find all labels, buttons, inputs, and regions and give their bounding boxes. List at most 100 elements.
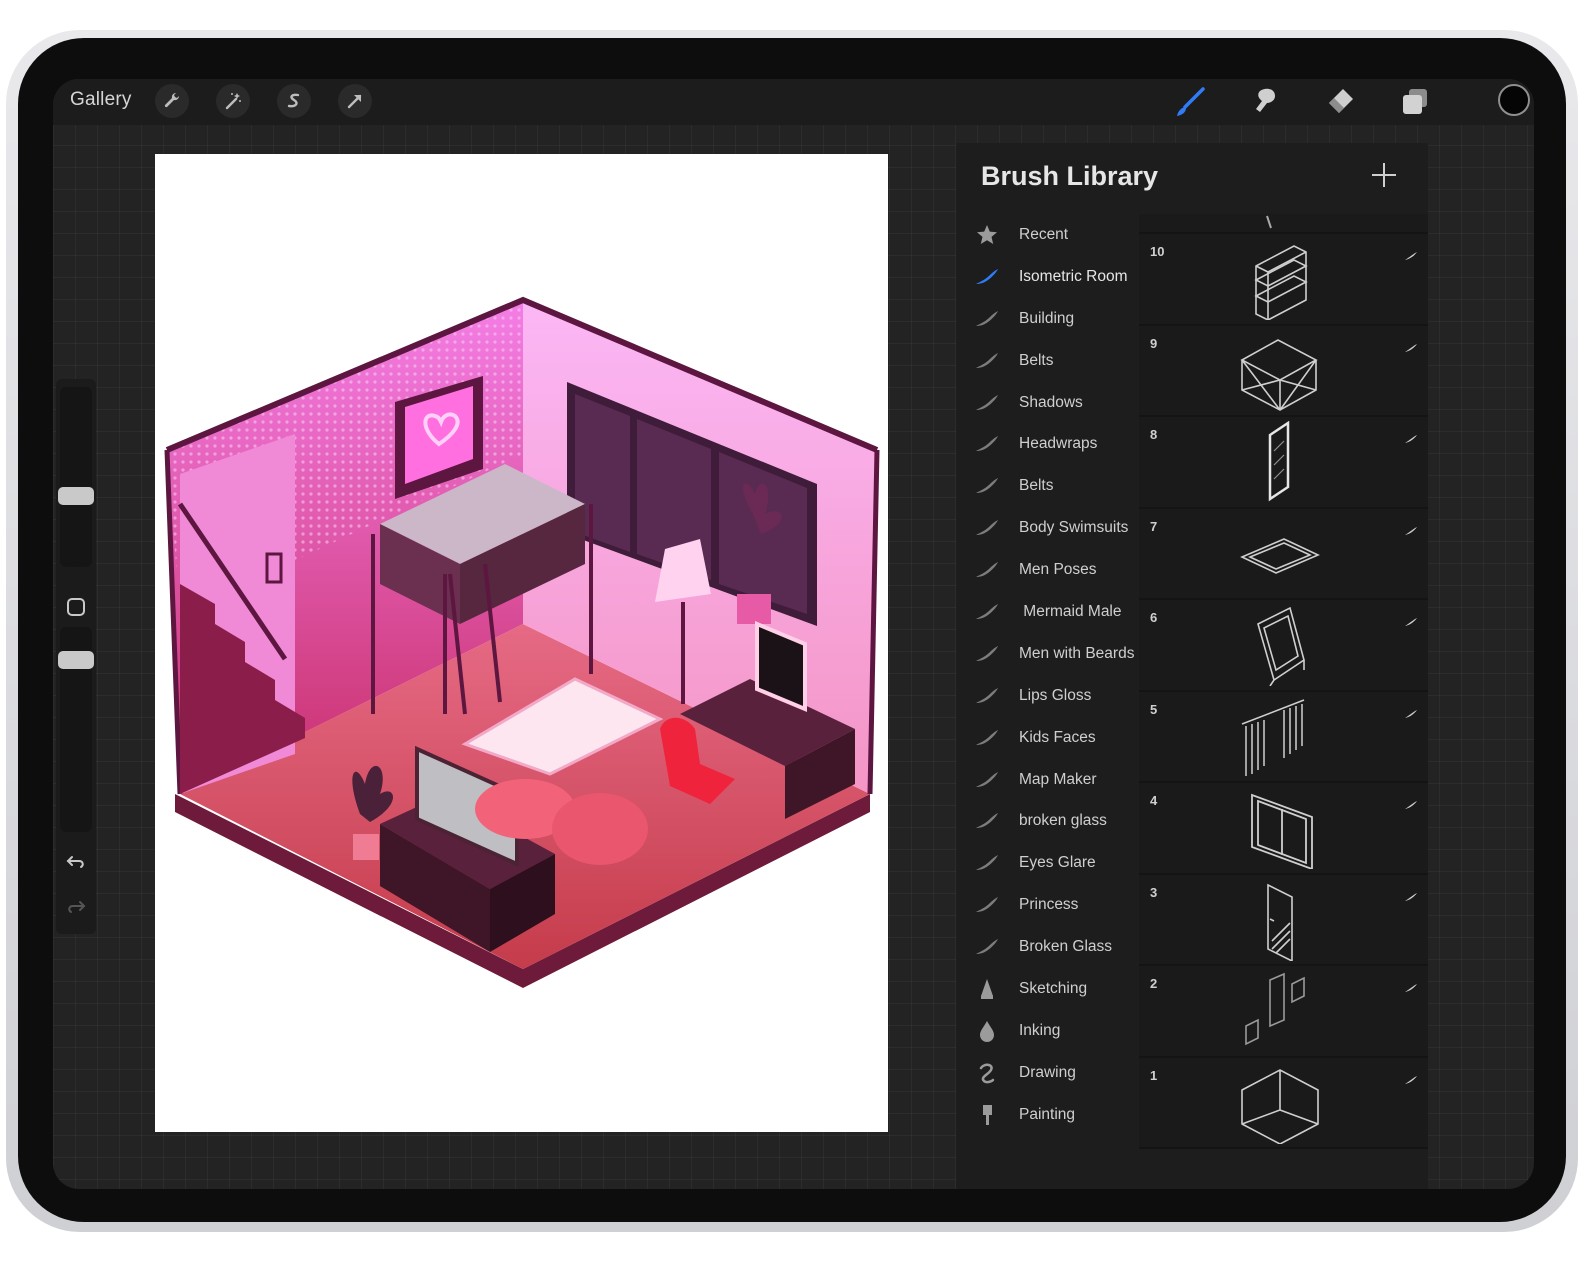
isometric-room-artwork — [164, 296, 880, 988]
brush-set-broken-glass[interactable]: Broken Glass — [956, 926, 1138, 968]
opacity-slider[interactable] — [58, 627, 94, 832]
brush-set-label: Men with Beards — [1019, 644, 1135, 662]
stroke-icon — [973, 432, 1001, 456]
brush-set-shadows[interactable]: Shadows — [956, 382, 1138, 424]
paintbrush-icon — [973, 1103, 1001, 1127]
brush-row[interactable]: 9 — [1139, 325, 1428, 417]
brush-set-building[interactable]: Building — [956, 298, 1138, 340]
brush-row[interactable]: 7 — [1139, 508, 1428, 600]
brush-set-sketching[interactable]: Sketching — [956, 968, 1138, 1010]
brush-stroke-icon — [1404, 889, 1418, 907]
window-icon — [1234, 787, 1324, 874]
brush-set-label: Building — [1019, 309, 1075, 327]
brush-size-thumb[interactable] — [58, 487, 94, 505]
redo-icon[interactable] — [64, 894, 88, 918]
brush-stroke-icon — [1404, 980, 1418, 998]
brush-set-label: Kids Faces — [1019, 728, 1096, 746]
opacity-thumb[interactable] — [58, 651, 94, 669]
brush-stroke-icon — [1404, 706, 1418, 724]
door-icon — [1234, 879, 1324, 966]
brush-row[interactable]: 8 — [1139, 417, 1428, 509]
brush-set-label: Recent — [1019, 225, 1069, 243]
brush-set-kids-faces[interactable]: Kids Faces — [956, 717, 1138, 759]
brush-set-headwraps[interactable]: Headwraps — [956, 423, 1138, 465]
brush-set-eyes-glare[interactable]: Eyes Glare — [956, 842, 1138, 884]
brush-set-belts[interactable]: Belts — [956, 340, 1138, 382]
color-picker[interactable] — [1498, 84, 1530, 116]
pencil-tip-icon — [973, 977, 1001, 1001]
brush-stroke-icon — [1404, 340, 1418, 358]
selection-s-icon[interactable] — [277, 84, 311, 118]
brush-set-inking[interactable]: Inking — [956, 1010, 1138, 1052]
brush-set-drawing[interactable]: Drawing — [956, 1052, 1138, 1094]
brush-size-slider[interactable] — [58, 387, 94, 567]
brush-set-isometric-room[interactable]: Isometric Room — [956, 256, 1138, 298]
brush-number: 4 — [1150, 793, 1158, 808]
stroke-icon — [973, 600, 1001, 624]
brush-set-mermaid-male[interactable]: Mermaid Male — [956, 591, 1138, 633]
brush-number: 6 — [1150, 610, 1158, 625]
top-toolbar: Gallery — [53, 79, 1534, 125]
brush-row[interactable]: 4 — [1139, 783, 1428, 875]
magic-wand-icon[interactable] — [216, 84, 250, 118]
brush-set-belts-2[interactable]: Belts — [956, 465, 1138, 507]
stroke-icon — [973, 809, 1001, 833]
brush-set-label: Painting — [1019, 1105, 1076, 1123]
wall-frames-icon — [1234, 970, 1324, 1057]
brush-row[interactable]: 6 — [1139, 600, 1428, 692]
brush-row[interactable]: 2 — [1139, 966, 1428, 1058]
gallery-button[interactable]: Gallery — [70, 89, 132, 111]
brush-row[interactable]: 5 — [1139, 691, 1428, 783]
brush-set-men-with-beards[interactable]: Men with Beards — [956, 633, 1138, 675]
brush-stroke-icon — [1404, 248, 1418, 266]
brush-icon[interactable] — [1171, 83, 1209, 121]
ink-drop-icon — [973, 1019, 1001, 1043]
brush-set-lips-gloss[interactable]: Lips Gloss — [956, 675, 1138, 717]
stroke-icon — [973, 684, 1001, 708]
room-cube-icon — [1234, 1062, 1324, 1149]
drawing-canvas[interactable] — [155, 154, 888, 1132]
brush-set-label: Eyes Glare — [1019, 854, 1096, 872]
stroke-icon — [973, 307, 1001, 331]
brush-set-broken-glass-lower[interactable]: broken glass — [956, 800, 1138, 842]
plus-icon[interactable] — [1372, 163, 1396, 187]
brush-row[interactable]: 1 — [1139, 1057, 1428, 1149]
brush-set-label: Map Maker — [1019, 770, 1097, 788]
brush-row[interactable]: 3 — [1139, 874, 1428, 966]
wrench-icon[interactable] — [155, 84, 189, 118]
brush-set-label: Mermaid Male — [1019, 602, 1122, 620]
brush-set-label: Belts — [1019, 351, 1054, 369]
brush-set-recent[interactable]: Recent — [956, 214, 1138, 256]
brush-set-label: Inking — [1019, 1021, 1061, 1039]
stroke-icon — [973, 768, 1001, 792]
stroke-icon — [973, 474, 1001, 498]
brush-set-label: Men Poses — [1019, 561, 1097, 579]
smudge-icon[interactable] — [1246, 83, 1284, 121]
eraser-icon[interactable] — [1321, 83, 1359, 121]
stroke-icon — [973, 516, 1001, 540]
brush-stroke-icon — [1404, 431, 1418, 449]
transform-arrow-icon[interactable] — [338, 84, 372, 118]
stroke-icon — [973, 642, 1001, 666]
brush-set-body-swimsuits[interactable]: Body Swimsuits — [956, 507, 1138, 549]
brush-set-label: broken glass — [1019, 812, 1107, 830]
box-frame-icon — [1234, 330, 1324, 417]
brush-number: 5 — [1150, 701, 1158, 717]
brush-row-peek[interactable] — [1139, 214, 1428, 234]
picture-frame-icon — [1234, 604, 1324, 691]
brush-set-men-poses[interactable]: Men Poses — [956, 549, 1138, 591]
brush-set-label: Body Swimsuits — [1019, 519, 1129, 537]
layers-icon[interactable] — [1396, 83, 1434, 121]
brush-row[interactable]: 10 — [1139, 234, 1428, 326]
brush-number: 3 — [1150, 884, 1158, 900]
brush-library-title: Brush Library — [981, 161, 1159, 191]
brush-set-princess[interactable]: Princess — [956, 884, 1138, 926]
brush-set-label: Sketching — [1019, 979, 1088, 997]
brush-stroke-icon — [1404, 614, 1418, 632]
undo-icon[interactable] — [64, 849, 88, 873]
stroke-icon — [973, 265, 1001, 289]
modify-square-icon[interactable] — [64, 595, 88, 619]
brush-set-map-maker[interactable]: Map Maker — [956, 759, 1138, 801]
brush-set-painting[interactable]: Painting — [956, 1094, 1138, 1136]
brush-stroke-icon — [1404, 1072, 1418, 1090]
